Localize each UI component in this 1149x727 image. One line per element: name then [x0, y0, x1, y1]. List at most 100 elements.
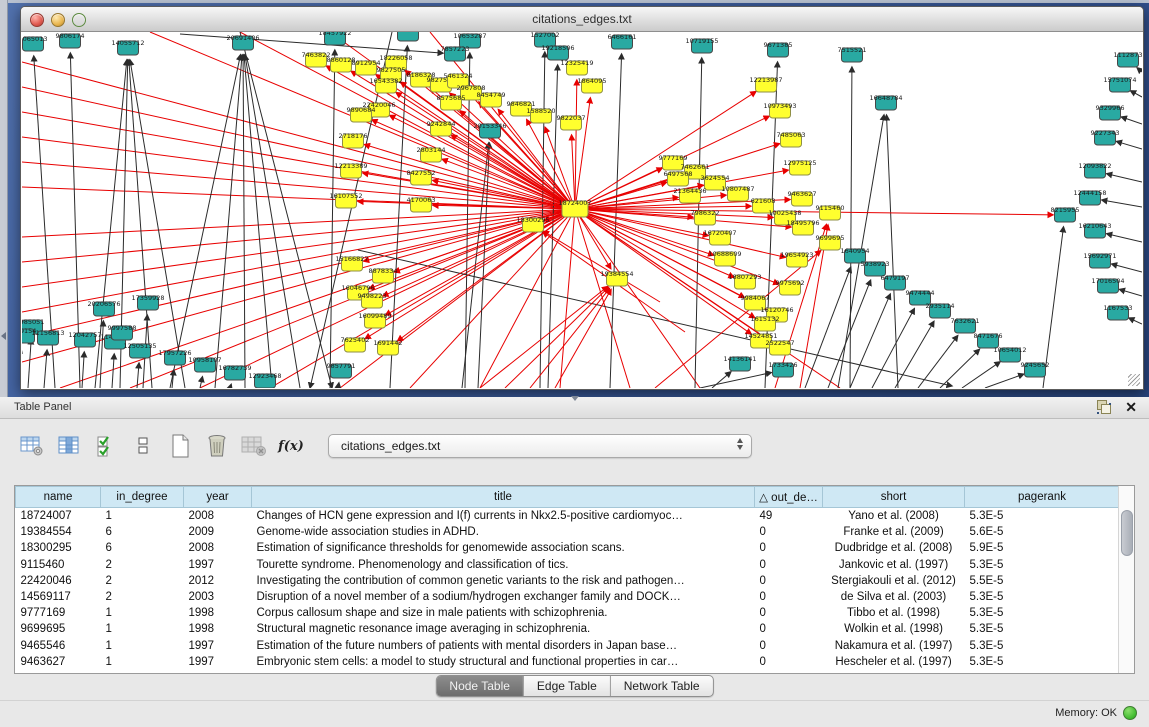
- panel-collapse-arrow-icon[interactable]: [1, 332, 6, 340]
- column-header-2[interactable]: year: [184, 487, 252, 508]
- graph-node-label: 9245652: [1021, 361, 1050, 369]
- graph-node-label: 621608: [751, 197, 776, 205]
- delete-table-icon: [240, 432, 268, 460]
- splitter-handle-icon[interactable]: [571, 396, 579, 401]
- table-row[interactable]: 969969511998Structural magnetic resonanc…: [16, 621, 1120, 637]
- table-row[interactable]: 1938455462009Genome-wide association stu…: [16, 524, 1120, 540]
- graph-node-label: 20153346: [473, 122, 506, 130]
- table-row[interactable]: 946362711997Embryonic stem cells: a mode…: [16, 654, 1120, 670]
- graph-node-label: 9227343: [1091, 129, 1120, 137]
- window-resize-grip[interactable]: [1128, 374, 1140, 386]
- graph-node[interactable]: [398, 32, 419, 41]
- graph-node-label: 16099489: [358, 312, 391, 320]
- table-settings-icon[interactable]: [18, 432, 46, 460]
- graph-node-label: 17957226: [158, 349, 191, 357]
- graph-node-label: 1167533: [1104, 304, 1133, 312]
- graph-node-label: 1588520: [527, 107, 556, 115]
- graph-node-label: 9975692: [776, 279, 805, 287]
- clear-selection-icon[interactable]: [129, 432, 157, 460]
- graph-node-label: 2065013: [22, 35, 47, 43]
- graph-node-label: 9822037: [557, 114, 586, 122]
- network-canvas[interactable]: 2065013980617414055712206914061845792219…: [22, 32, 1142, 388]
- graph-node-label: 12505135: [123, 342, 156, 350]
- delete-icon[interactable]: [203, 432, 231, 460]
- tab-network-table[interactable]: Network Table: [611, 676, 713, 696]
- graph-node-label: 8575685: [437, 94, 466, 102]
- column-header-4[interactable]: △ out_de…: [755, 487, 823, 508]
- table-row[interactable]: 1830029562008Estimation of significance …: [16, 540, 1120, 556]
- graph-node-label: 16720407: [703, 229, 736, 237]
- graph-node-label: 18300295: [516, 216, 549, 224]
- table-select[interactable]: citations_edges.txt: [328, 434, 752, 458]
- zoom-window-button[interactable]: [72, 13, 86, 27]
- vertical-scrollbar[interactable]: [1118, 486, 1134, 673]
- show-columns-icon[interactable]: [55, 432, 83, 460]
- column-header-6[interactable]: pagerank: [965, 487, 1120, 508]
- graph-node-label: 10025438: [768, 209, 801, 217]
- graph-node-label: 16782739: [218, 364, 251, 372]
- close-window-button[interactable]: [30, 13, 44, 27]
- graph-node-label: 9777169: [659, 154, 688, 162]
- graph-node-label: 2935114: [926, 302, 955, 310]
- graph-node-label: 7857223: [441, 45, 470, 53]
- graph-node-label: 1733426: [769, 361, 798, 369]
- graph-node-label: 15751074: [1103, 76, 1136, 84]
- function-icon[interactable]: f(x): [277, 432, 305, 460]
- tab-edge-table[interactable]: Edge Table: [524, 676, 611, 696]
- table-row[interactable]: 1456911722003Disruption of a novel membe…: [16, 589, 1120, 605]
- graph-node-label: 2803144: [417, 146, 446, 154]
- graph-node-label: 9827505: [377, 66, 406, 74]
- minimize-window-button[interactable]: [51, 13, 65, 27]
- tab-node-table[interactable]: Node Table: [436, 676, 524, 696]
- memory-status-icon[interactable]: [1123, 706, 1137, 720]
- graph-node-label: 1691442: [374, 339, 403, 347]
- graph-node-label: 12213987: [749, 76, 782, 84]
- column-header-0[interactable]: name: [16, 487, 101, 508]
- graph-node-label: 6479197: [881, 274, 910, 282]
- network-view-window: citations_edges.txt 20650139806174140557…: [20, 6, 1144, 390]
- graph-node-label: 8471676: [974, 332, 1003, 340]
- graph-node-label: 19565358: [391, 32, 424, 33]
- new-file-icon[interactable]: [166, 432, 194, 460]
- graph-node-label: 9857791: [327, 362, 356, 370]
- graph-node-label: 11156813: [31, 329, 64, 337]
- graph-node-label: 17359928: [131, 294, 164, 302]
- close-panel-icon[interactable]: ✕: [1125, 400, 1137, 414]
- graph-node-label: 9329966: [1096, 104, 1125, 112]
- graph-node-label: 3624554: [701, 174, 730, 182]
- table-toolbar: f(x) citations_edges.txt: [18, 429, 752, 463]
- float-panel-icon[interactable]: [1097, 400, 1111, 414]
- graph-node-label: 1864095: [578, 77, 607, 85]
- window-titlebar[interactable]: citations_edges.txt: [21, 7, 1143, 32]
- graph-node-label: 9463627: [788, 190, 817, 198]
- graph-node-label: 16120746: [760, 306, 793, 314]
- column-header-3[interactable]: title: [252, 487, 755, 508]
- graph-node-label: 18495796: [786, 219, 819, 227]
- graph-node-label: 16543382: [369, 77, 402, 85]
- graph-node-label: 10654012: [993, 346, 1026, 354]
- graph-node-label: 9806174: [56, 32, 85, 40]
- column-header-5[interactable]: short: [823, 487, 965, 508]
- table-row[interactable]: 2242004622012Investigating the contribut…: [16, 573, 1120, 589]
- graph-node-label: 18457922: [318, 32, 351, 37]
- graph-node-label: 2522547: [766, 339, 795, 347]
- dropdown-stepper-icon: [737, 438, 743, 450]
- graph-node-label: 6497568: [664, 170, 693, 178]
- table-row[interactable]: 977716911998Corpus callosum shape and si…: [16, 605, 1120, 621]
- scrollbar-thumb[interactable]: [1121, 510, 1133, 556]
- status-bar: Memory: OK: [0, 700, 1149, 727]
- graph-node-label: 12213389: [334, 162, 367, 170]
- graph-node-label: 12042757: [68, 331, 101, 339]
- graph-node-label: 9474444: [906, 289, 935, 297]
- table-row[interactable]: 911546021997Tourette syndrome. Phenomeno…: [16, 557, 1120, 573]
- graph-node-label: 12325419: [560, 59, 593, 67]
- graph-node-label: 7632621: [951, 317, 980, 325]
- table-row[interactable]: 1872400712008Changes of HCN gene express…: [16, 508, 1120, 525]
- select-all-icon[interactable]: [92, 432, 120, 460]
- graph-node-label: 19218506: [541, 44, 574, 52]
- table-row[interactable]: 946554611997Estimation of the future num…: [16, 638, 1120, 654]
- column-header-1[interactable]: in_degree: [101, 487, 184, 508]
- graph-node-label: 1615132: [751, 315, 780, 323]
- graph-node-label: 9997588: [108, 324, 137, 332]
- network-graph[interactable]: 2065013980617414055712206914061845792219…: [22, 32, 1142, 388]
